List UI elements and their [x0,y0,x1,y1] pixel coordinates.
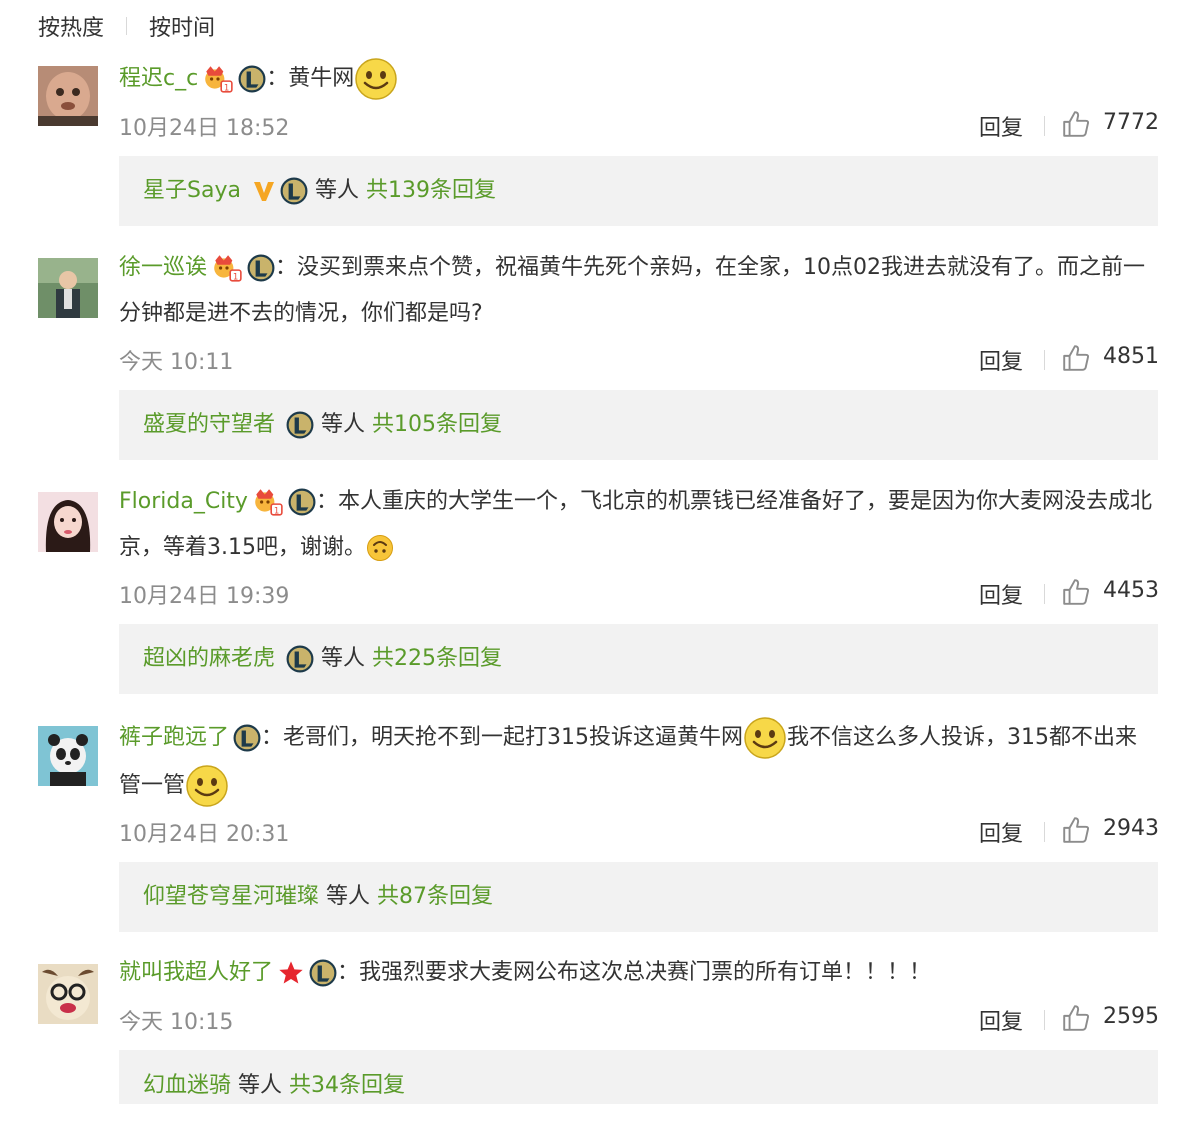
thread-username[interactable]: 仰望苍穹星河璀璨 [143,884,319,909]
sort-bar: 按热度 按时间 [38,8,215,44]
thumbs-up-icon[interactable] [1061,1003,1091,1033]
thread-username[interactable]: 超凶的麻老虎 [143,646,275,671]
sort-divider [126,17,128,35]
thread-label: 等人 [321,646,366,671]
username[interactable]: 就叫我超人好了 [119,960,273,985]
thread-label: 等人 [321,412,366,437]
lol-badge-icon [247,254,275,282]
comment-time: 10月24日 20:31 [119,822,290,847]
colon: ： [275,255,298,280]
thread-label: 等人 [314,178,359,203]
sort-by-hot-tab[interactable]: 按热度 [38,10,104,42]
thread-label: 等人 [326,884,371,909]
username[interactable]: Florida_City [119,489,248,514]
like-count: 7772 [1103,110,1159,135]
action-divider [1044,1010,1045,1030]
sort-by-time-tab[interactable]: 按时间 [149,10,215,42]
reply-thread-link[interactable]: 星子Saya 等人 共139条回复 [119,156,1158,226]
vip-crown-icon [202,63,234,95]
lol-badge-icon [288,488,316,516]
avatar[interactable] [38,258,98,318]
avatar[interactable] [38,964,98,1024]
reply-button[interactable]: 回复 [979,344,1023,376]
comment-text: 我强烈要求大麦网公布这次总决赛门票的所有订单！！！！ [359,960,932,985]
reply-button[interactable]: 回复 [979,1004,1023,1036]
thread-username[interactable]: 盛夏的守望者 [143,412,275,437]
avatar[interactable] [38,492,98,552]
smile-emoji-icon [743,716,787,760]
verified-v-icon [253,182,274,201]
comment-text: 老哥们，明天抢不到一起打315投诉这逼黄牛网 [283,725,744,750]
like-count: 2595 [1103,1004,1159,1029]
comment-meta: 10月24日 18:52 回复 7772 [119,109,1159,142]
comment-time: 10月24日 19:39 [119,584,290,609]
action-divider [1044,584,1045,604]
thread-count[interactable]: 共34条回复 [289,1073,405,1098]
lol-badge-icon [233,724,261,752]
like-count: 2943 [1103,816,1159,841]
smile-emoji-icon [185,764,229,808]
username[interactable]: 徐一巡诶 [119,255,207,280]
thumbs-up-icon[interactable] [1061,343,1091,373]
reply-thread-link[interactable]: 仰望苍穹星河璀璨 等人 共87条回复 [119,862,1158,932]
comment-time: 今天 10:15 [119,1010,234,1035]
username[interactable]: 程迟c_c [119,66,198,91]
reply-thread-link[interactable]: 超凶的麻老虎 等人 共225条回复 [119,624,1158,694]
like-count: 4851 [1103,344,1159,369]
thread-count[interactable]: 共105条回复 [372,412,502,437]
comment-body: 徐一巡诶 ：没买到票来点个赞，祝福黄牛先死个亲妈，在全家，10点02我进去就没有了… [119,245,1159,337]
colon: ： [266,66,289,91]
comment-body: 裤子跑远了 ：老哥们，明天抢不到一起打315投诉这逼黄牛网 我不信这么多人投诉，31… [119,714,1159,810]
reply-button[interactable]: 回复 [979,816,1023,848]
reply-button[interactable]: 回复 [979,110,1023,142]
thumbs-up-icon[interactable] [1061,815,1091,845]
lol-badge-icon [286,645,314,673]
username[interactable]: 裤子跑远了 [119,725,229,750]
reply-thread-link[interactable]: 幻血迷骑 等人 共34条回复 [119,1050,1158,1104]
comment-time: 今天 10:11 [119,350,234,375]
thread-count[interactable]: 共87条回复 [377,884,493,909]
thread-username[interactable]: 幻血迷骑 [143,1073,231,1098]
like-count: 4453 [1103,578,1159,603]
thread-username[interactable]: 星子Saya [143,178,241,203]
comment-meta: 今天 10:11 回复 4851 [119,343,1159,376]
vip-crown-icon [211,252,243,284]
action-divider [1044,822,1045,842]
comment-body: Florida_City ：本人重庆的大学生一个，飞北京的机票钱已经准备好了，要是… [119,479,1159,571]
lol-badge-icon [286,411,314,439]
comment-text: 黄牛网 [288,66,355,91]
thumbs-up-icon[interactable] [1061,577,1091,607]
comment-body: 程迟c_c ：黄牛网 [119,56,1159,102]
star-icon [279,961,303,984]
upside-down-emoji-icon [366,534,394,562]
lol-badge-icon [238,65,266,93]
comment-meta: 10月24日 20:31 回复 2943 [119,815,1159,848]
lol-badge-icon [309,959,337,987]
reply-thread-link[interactable]: 盛夏的守望者 等人 共105条回复 [119,390,1158,460]
comment-meta: 10月24日 19:39 回复 4453 [119,577,1159,610]
avatar[interactable] [38,726,98,786]
action-divider [1044,350,1045,370]
colon: ： [261,725,284,750]
comment-body: 就叫我超人好了 ：我强烈要求大麦网公布这次总决赛门票的所有订单！！！！ [119,950,1159,996]
vip-crown-icon [252,486,284,518]
action-divider [1044,116,1045,136]
thread-count[interactable]: 共225条回复 [372,646,502,671]
colon: ： [315,489,338,514]
thread-label: 等人 [238,1073,283,1098]
comment-time: 10月24日 18:52 [119,116,290,141]
lol-badge-icon [280,177,308,205]
thumbs-up-icon[interactable] [1061,109,1091,139]
smile-emoji-icon [354,57,398,101]
thread-count[interactable]: 共139条回复 [366,178,496,203]
avatar[interactable] [38,66,98,126]
reply-button[interactable]: 回复 [979,578,1023,610]
colon: ： [337,960,360,985]
comment-meta: 今天 10:15 回复 2595 [119,1003,1159,1036]
